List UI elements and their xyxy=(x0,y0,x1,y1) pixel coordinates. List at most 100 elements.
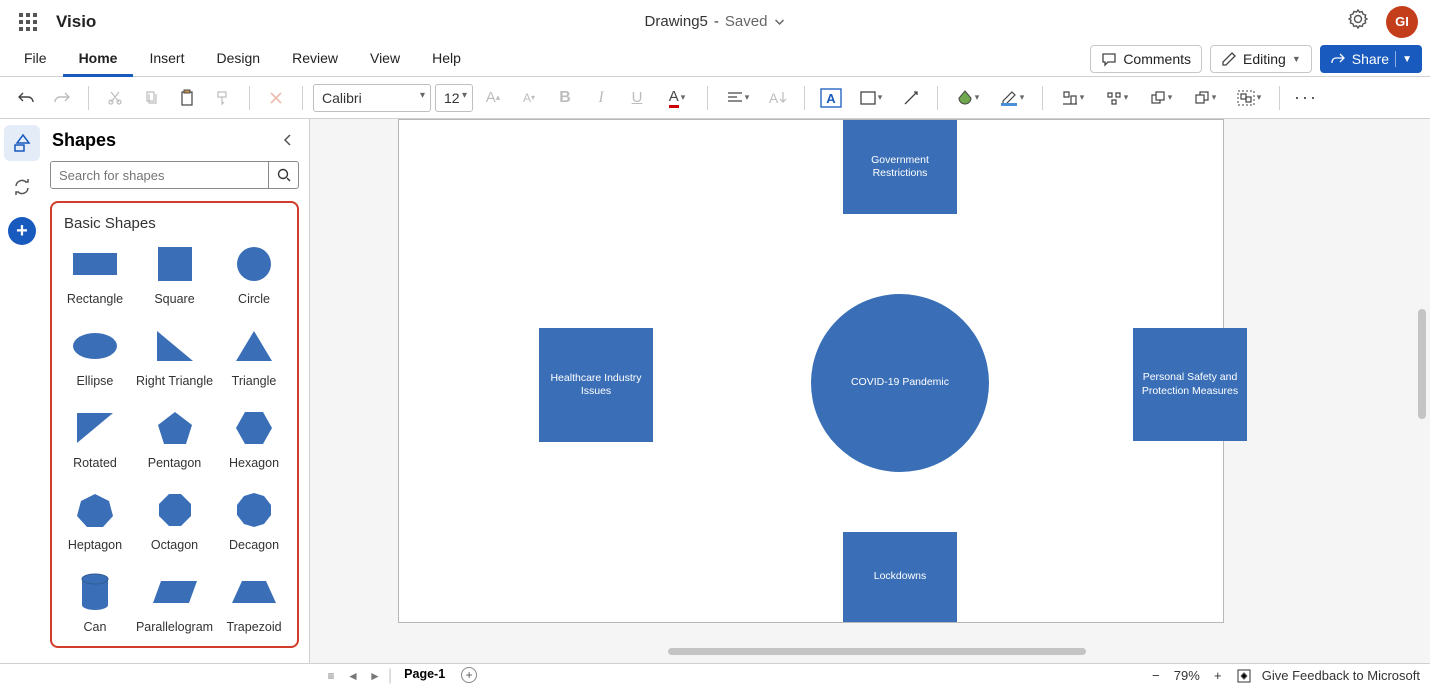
tab-review[interactable]: Review xyxy=(276,43,354,77)
app-launcher-icon[interactable] xyxy=(12,6,44,38)
more-commands-button[interactable]: ··· xyxy=(1290,84,1322,112)
text-tool-button[interactable]: A xyxy=(815,84,847,112)
align-button[interactable]: ▾ xyxy=(718,84,758,112)
settings-button[interactable] xyxy=(1348,9,1368,34)
triangle-icon xyxy=(230,326,278,366)
avatar[interactable]: GI xyxy=(1386,6,1418,38)
fill-color-button[interactable]: ▾ xyxy=(948,84,988,112)
next-page-button[interactable]: ► xyxy=(366,667,384,685)
shape-search-input[interactable] xyxy=(51,162,268,188)
connector-tool-button[interactable] xyxy=(895,84,927,112)
canvas-shape-lockdowns[interactable]: Lockdowns xyxy=(843,532,957,622)
share-icon xyxy=(1330,51,1346,67)
vertical-scrollbar[interactable] xyxy=(1418,309,1426,419)
comment-icon xyxy=(1101,51,1117,67)
shape-ellipse[interactable]: Ellipse xyxy=(60,326,130,388)
editing-mode-button[interactable]: Editing ▼ xyxy=(1210,45,1312,73)
position-button[interactable]: ▾ xyxy=(1097,84,1137,112)
ellipse-icon xyxy=(71,326,119,366)
canvas-shape-healthcare[interactable]: Healthcare Industry Issues xyxy=(539,328,653,442)
shape-label: Circle xyxy=(238,292,270,306)
font-size-select[interactable]: 12 xyxy=(435,84,473,112)
undo-button[interactable] xyxy=(10,84,42,112)
underline-button[interactable]: U xyxy=(621,84,653,112)
tab-design[interactable]: Design xyxy=(200,43,276,77)
fit-to-window-button[interactable] xyxy=(1236,668,1252,684)
shape-triangle[interactable]: Triangle xyxy=(219,326,289,388)
tab-file[interactable]: File xyxy=(8,43,63,77)
shape-rectangle[interactable]: Rectangle xyxy=(60,244,130,306)
chevron-down-icon: ▼ xyxy=(1402,54,1412,65)
canvas-shape-personal[interactable]: Personal Safety and Protection Measures xyxy=(1133,328,1247,441)
bold-button[interactable]: B xyxy=(549,84,581,112)
align-objects-button[interactable]: ▾ xyxy=(1053,84,1093,112)
shape-rotated[interactable]: Rotated xyxy=(60,408,130,470)
add-page-button[interactable]: + xyxy=(461,667,477,683)
ribbon-tabs: File Home Insert Design Review View Help… xyxy=(0,43,1430,77)
tab-view[interactable]: View xyxy=(354,43,416,77)
grow-font-button[interactable]: A▴ xyxy=(477,84,509,112)
shrink-font-button[interactable]: A▾ xyxy=(513,84,545,112)
format-painter-button[interactable] xyxy=(207,84,239,112)
line-color-button[interactable]: ▾ xyxy=(992,84,1032,112)
canvas[interactable]: Government Restrictions Healthcare Indust… xyxy=(310,119,1430,663)
shape-decagon[interactable]: Decagon xyxy=(219,490,289,552)
prev-page-button[interactable]: ◄ xyxy=(344,667,362,685)
parallelogram-icon xyxy=(151,572,199,612)
shape-square[interactable]: Square xyxy=(136,244,213,306)
shape-trapezoid[interactable]: Trapezoid xyxy=(219,572,289,634)
document-title[interactable]: Drawing5 - Saved xyxy=(645,13,786,30)
tab-home[interactable]: Home xyxy=(63,43,134,77)
decagon-icon xyxy=(230,490,278,530)
text-direction-button[interactable]: A xyxy=(762,84,794,112)
redo-button[interactable] xyxy=(46,84,78,112)
comments-button[interactable]: Comments xyxy=(1090,45,1202,73)
stencil-basic-shapes: Basic Shapes RectangleSquareCircleEllips… xyxy=(50,201,299,648)
trapezoid-icon xyxy=(230,572,278,612)
shapes-rail-stencils[interactable] xyxy=(4,169,40,205)
share-button[interactable]: Share ▼ xyxy=(1320,45,1422,73)
tab-insert[interactable]: Insert xyxy=(133,43,200,77)
rectangle-icon xyxy=(71,244,119,284)
copy-button[interactable] xyxy=(135,84,167,112)
drawing-page[interactable]: Government Restrictions Healthcare Indust… xyxy=(398,119,1224,623)
cut-button[interactable] xyxy=(99,84,131,112)
all-pages-button[interactable]: ≡ xyxy=(322,667,340,685)
bring-front-button[interactable]: ▾ xyxy=(1141,84,1181,112)
zoom-level[interactable]: 79% xyxy=(1174,668,1200,683)
paste-button[interactable] xyxy=(171,84,203,112)
feedback-link[interactable]: Give Feedback to Microsoft xyxy=(1262,668,1420,683)
canvas-shape-covid[interactable]: COVID-19 Pandemic xyxy=(811,294,989,472)
can-icon xyxy=(71,572,119,612)
delete-button[interactable] xyxy=(260,84,292,112)
shape-label: Right Triangle xyxy=(136,374,213,388)
chevron-left-icon xyxy=(283,134,293,146)
shape-pentagon[interactable]: Pentagon xyxy=(136,408,213,470)
tab-help[interactable]: Help xyxy=(416,43,477,77)
collapse-panel-button[interactable] xyxy=(277,129,299,151)
shape-label: Square xyxy=(154,292,194,306)
canvas-shape-gov[interactable]: Government Restrictions xyxy=(843,120,957,214)
shape-can[interactable]: Can xyxy=(60,572,130,634)
shapes-rail-add[interactable]: + xyxy=(8,217,36,245)
zoom-out-button[interactable]: − xyxy=(1148,668,1164,683)
italic-button[interactable]: I xyxy=(585,84,617,112)
page-tab[interactable]: Page-1 xyxy=(396,667,453,685)
font-name-select[interactable]: Calibri xyxy=(313,84,431,112)
send-back-button[interactable]: ▾ xyxy=(1185,84,1225,112)
shape-heptagon[interactable]: Heptagon xyxy=(60,490,130,552)
shape-label: Parallelogram xyxy=(136,620,213,634)
group-button[interactable]: ▾ xyxy=(1229,84,1269,112)
shape-tool-button[interactable]: ▾ xyxy=(851,84,891,112)
shape-hexagon[interactable]: Hexagon xyxy=(219,408,289,470)
font-color-button[interactable]: A▾ xyxy=(657,84,697,112)
horizontal-scrollbar[interactable] xyxy=(668,648,1086,655)
shape-circle[interactable]: Circle xyxy=(219,244,289,306)
shape-parallelogram[interactable]: Parallelogram xyxy=(136,572,213,634)
zoom-in-button[interactable]: + xyxy=(1210,668,1226,683)
shapes-rail-shapes[interactable] xyxy=(4,125,40,161)
shape-right-triangle[interactable]: Right Triangle xyxy=(136,326,213,388)
chevron-down-icon: ▼ xyxy=(1292,54,1301,64)
shape-search-button[interactable] xyxy=(268,162,298,188)
shape-octagon[interactable]: Octagon xyxy=(136,490,213,552)
